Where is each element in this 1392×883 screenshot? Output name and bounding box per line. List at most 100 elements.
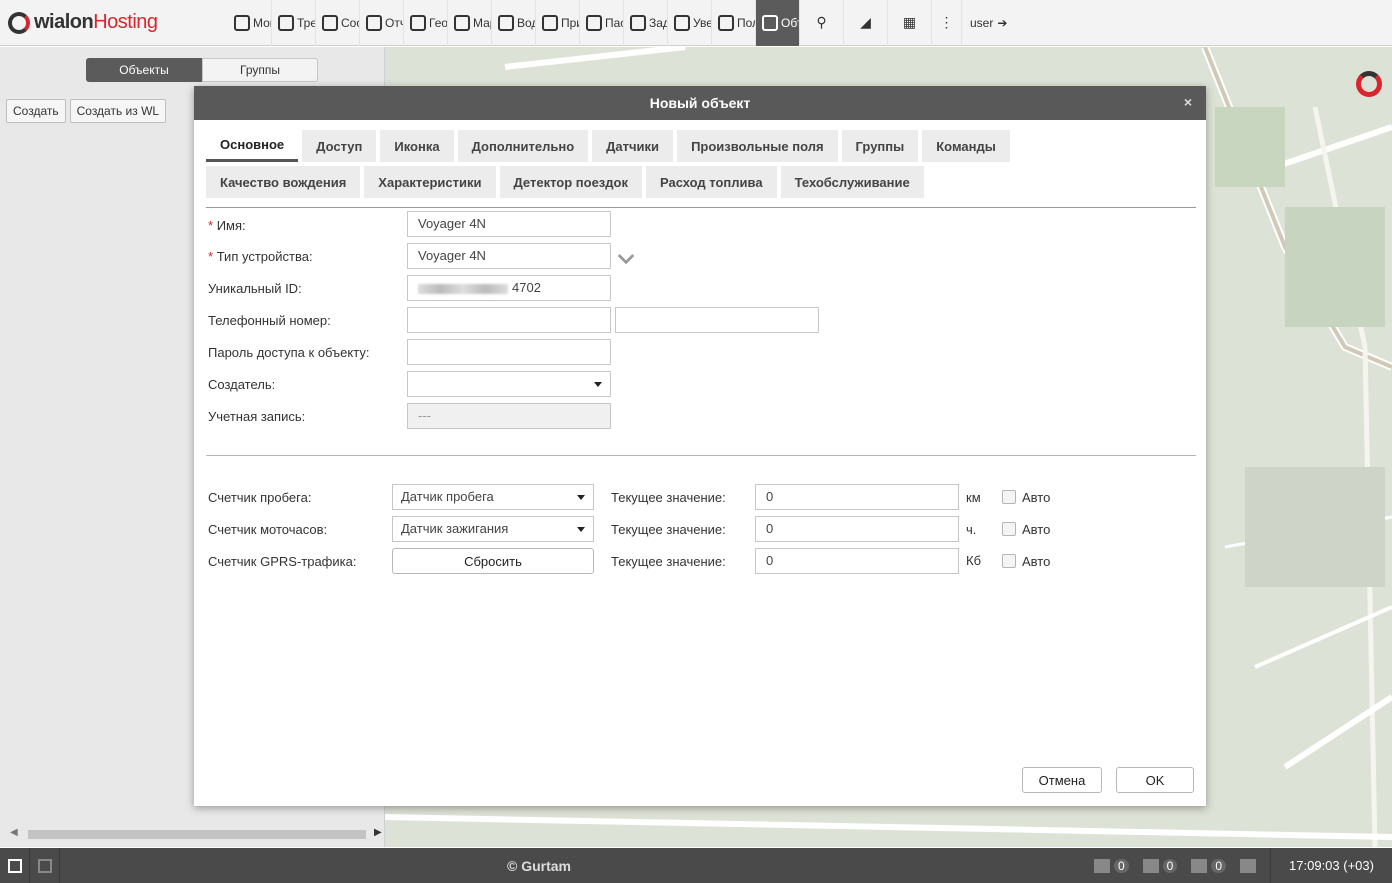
- create-from-wlp-button[interactable]: Создать из WL: [69, 99, 167, 123]
- phone-input[interactable]: [407, 307, 611, 333]
- tab-tabs_row1-2[interactable]: Иконка: [380, 130, 454, 162]
- menu-item-11[interactable]: Пол: [712, 0, 756, 46]
- menu-item-1[interactable]: Тре: [272, 0, 316, 46]
- blurred-id-prefix: [418, 283, 508, 294]
- chevron-down-icon: [577, 527, 585, 532]
- tab-tabs_row2-2[interactable]: Детектор поездок: [499, 166, 642, 198]
- gprs-current-label: Текущее значение:: [611, 554, 726, 569]
- cancel-button[interactable]: Отмена: [1022, 767, 1102, 793]
- tabs-divider: [206, 207, 1196, 208]
- gprs-value-input[interactable]: 0: [755, 548, 959, 574]
- menu-item-label: Вод: [517, 15, 535, 30]
- tab-tabs_row1-3[interactable]: Дополнительно: [457, 130, 589, 162]
- engine-current-label: Текущее значение:: [611, 522, 726, 537]
- grid-layout-button[interactable]: [30, 848, 60, 883]
- tab-tabs_row1-6[interactable]: Группы: [841, 130, 919, 162]
- tab-tabs_row1-7[interactable]: Команды: [922, 130, 1010, 162]
- user-menu[interactable]: user ➔: [962, 0, 1015, 46]
- server-time: 17:09:03 (+03): [1270, 848, 1392, 883]
- mileage-auto-checkbox[interactable]: [1002, 490, 1016, 504]
- unique-id-input[interactable]: 4702: [407, 275, 611, 301]
- menu-item-8[interactable]: Пас: [580, 0, 624, 46]
- menu-item-label: Мар: [473, 15, 491, 30]
- engine-hours-select[interactable]: Датчик зажигания: [392, 516, 594, 542]
- menu-item-label: Уве: [693, 15, 712, 30]
- menu-item-label: При: [561, 15, 579, 30]
- engine-select-value: Датчик зажигания: [401, 521, 509, 536]
- tab-tabs_row2-4[interactable]: Техобслуживание: [780, 166, 924, 198]
- tab-tabs_row1-5[interactable]: Произвольные поля: [677, 130, 838, 162]
- list-icon: [322, 14, 338, 31]
- menu-item-10[interactable]: Уве: [668, 0, 712, 46]
- scrollbar-thumb[interactable]: [28, 830, 366, 839]
- ruler-icon: ◢: [860, 14, 871, 30]
- ruler-button[interactable]: ◢: [844, 0, 888, 46]
- name-input[interactable]: Voyager 4N: [407, 211, 611, 237]
- menu-item-label: Тре: [297, 15, 316, 30]
- events-counter[interactable]: 0: [1093, 858, 1129, 873]
- scroll-right-icon[interactable]: ▶: [374, 827, 382, 838]
- menu-item-4[interactable]: Гео: [404, 0, 448, 46]
- password-input[interactable]: [407, 339, 611, 365]
- new-object-dialog: Новый объект × Основное Доступ Иконка Допол…: [194, 86, 1206, 806]
- engine-value-input[interactable]: 0: [755, 516, 959, 542]
- menu-item-9[interactable]: Зад: [624, 0, 668, 46]
- vehicle-icon: [762, 14, 778, 31]
- tab-groups[interactable]: Группы: [202, 58, 318, 82]
- tab-tabs_row1-0[interactable]: Основное: [206, 130, 299, 162]
- menu-item-0[interactable]: Мон: [228, 0, 272, 46]
- close-icon[interactable]: ×: [1184, 94, 1192, 110]
- horizontal-scrollbar[interactable]: ◀ ▶: [10, 827, 385, 843]
- user-name: user: [970, 15, 994, 30]
- phone-input-2[interactable]: [615, 307, 819, 333]
- panel-toggle-button[interactable]: [0, 848, 30, 883]
- events-icon: [1093, 858, 1110, 873]
- menu-item-label: Мон: [253, 15, 271, 30]
- gprs-auto-checkbox[interactable]: [1002, 554, 1016, 568]
- mileage-current-label: Текущее значение:: [611, 490, 726, 505]
- tab-tabs_row2-0[interactable]: Качество вождения: [206, 166, 361, 198]
- gprs-auto-label: Авто: [1022, 554, 1051, 569]
- apps-button[interactable]: ▦: [888, 0, 932, 46]
- panel-segment: Объекты Группы: [86, 58, 318, 82]
- wrench-icon[interactable]: [617, 247, 635, 265]
- dialog-tabs: Основное Доступ Иконка Дополнительно Датчики…: [206, 130, 1196, 202]
- device-type-label: * Тип устройства:: [208, 249, 313, 264]
- unit-kb: Кб: [966, 553, 982, 568]
- menu-item-6[interactable]: Вод: [492, 0, 536, 46]
- gprs-reset-button[interactable]: Сбросить: [392, 548, 594, 574]
- trailer-icon: [542, 14, 558, 31]
- search-button[interactable]: ⚲: [800, 0, 844, 46]
- engine-auto-checkbox[interactable]: [1002, 522, 1016, 536]
- task-icon: [630, 14, 646, 31]
- menu-item-12[interactable]: Объ: [756, 0, 800, 46]
- mileage-counter-select[interactable]: Датчик пробега: [392, 484, 594, 510]
- scroll-left-icon[interactable]: ◀: [10, 827, 18, 838]
- mileage-value-input[interactable]: 0: [755, 484, 959, 510]
- menu-item-3[interactable]: Отч: [360, 0, 404, 46]
- tab-tabs_row2-1[interactable]: Характеристики: [364, 166, 496, 198]
- tab-tabs_row2-3[interactable]: Расход топлива: [645, 166, 777, 198]
- ok-button[interactable]: OK: [1116, 767, 1194, 793]
- tab-tabs_row1-4[interactable]: Датчики: [592, 130, 674, 162]
- form-separator: [206, 455, 1196, 456]
- creator-select[interactable]: [407, 371, 611, 397]
- single-panel-icon: [7, 858, 22, 873]
- tab-tabs_row1-1[interactable]: Доступ: [302, 130, 377, 162]
- images-counter[interactable]: 0: [1191, 858, 1226, 873]
- device-type-input[interactable]: Voyager 4N: [407, 243, 611, 269]
- menu-item-2[interactable]: Соо: [316, 0, 360, 46]
- flag-icon: [278, 14, 294, 31]
- tab-objects[interactable]: Объекты: [86, 58, 202, 82]
- menu-item-label: Пол: [737, 15, 755, 30]
- wialon-logo[interactable]: wialonHosting: [0, 0, 228, 46]
- logo-main-text: wialon: [34, 11, 94, 33]
- menu-item-7[interactable]: При: [536, 0, 580, 46]
- more-button[interactable]: ⋮: [932, 0, 962, 46]
- messages-counter[interactable]: 0: [1142, 858, 1178, 873]
- menu-item-5[interactable]: Мар: [448, 0, 492, 46]
- search-icon: ⚲: [816, 14, 827, 30]
- layout-switch[interactable]: [1240, 858, 1256, 873]
- dialog-title: Новый объект: [649, 95, 751, 111]
- create-button[interactable]: Создать: [6, 99, 66, 123]
